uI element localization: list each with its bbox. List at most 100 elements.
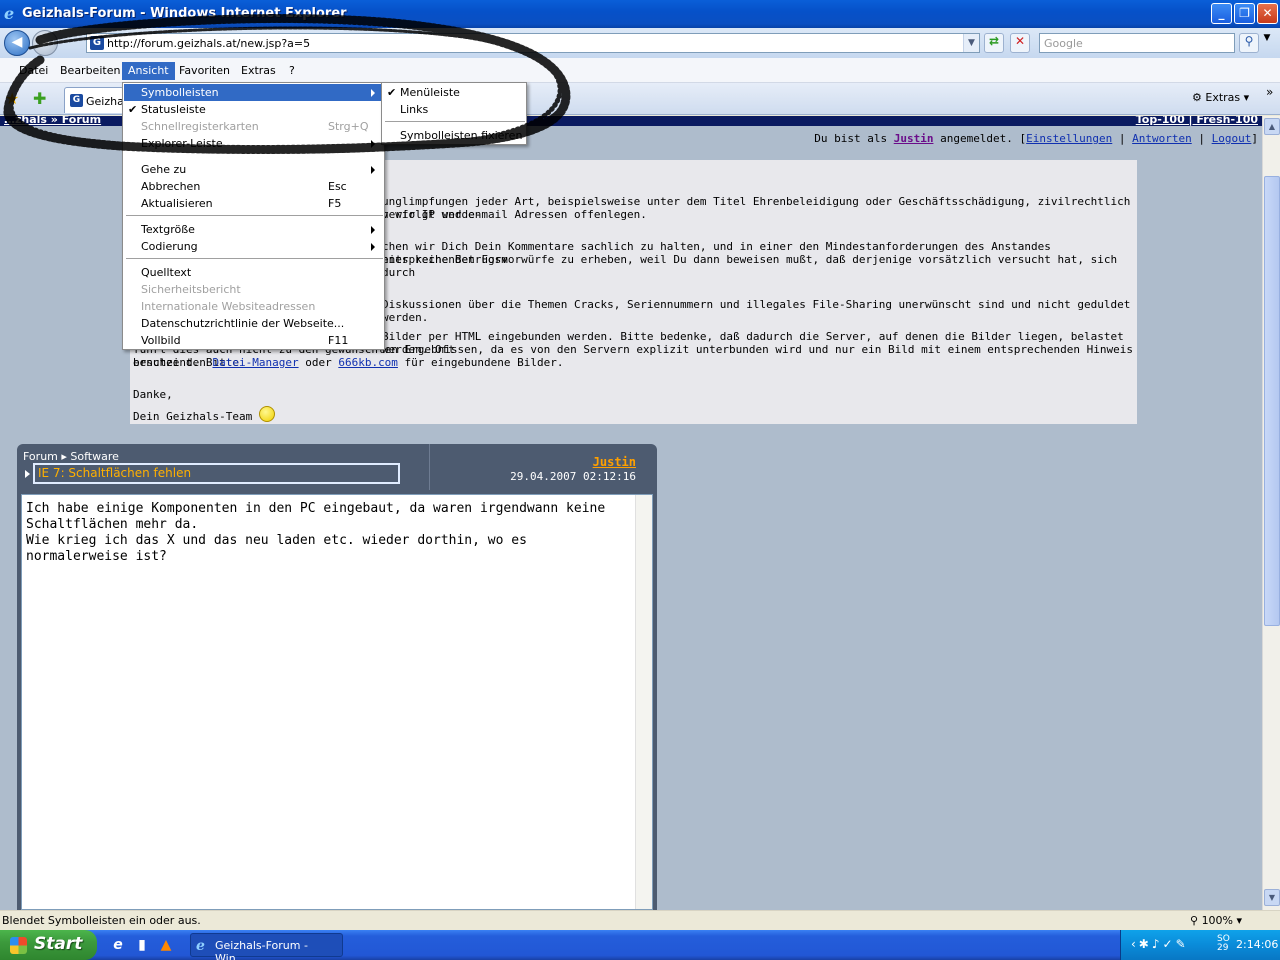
search-input[interactable]: Google	[1039, 33, 1235, 53]
add-favorite-icon[interactable]: ✚	[33, 89, 46, 108]
checkmark-icon: ✔	[387, 86, 397, 99]
close-button[interactable]: ✕	[1257, 3, 1278, 24]
menu-ansicht[interactable]: Ansicht	[122, 62, 175, 80]
notice-p3: Diskussionen über die Themen Cracks, Ser…	[382, 298, 1131, 324]
menu-extras[interactable]: Extras	[235, 62, 282, 80]
tray-date: SO 29	[1217, 935, 1230, 953]
address-url: http://forum.geizhals.at/new.jsp?a=5	[107, 37, 311, 50]
menuitem-aktualisieren[interactable]: Aktualisieren F5	[124, 195, 383, 212]
taskbar: Start e ▮ ▲ e Geizhals-Forum - Win... ‹✱…	[0, 930, 1280, 960]
login-status: Du bist als Justin angemeldet. [Einstell…	[814, 132, 1258, 145]
post-body-textarea[interactable]: Ich habe einige Komponenten in den PC ei…	[21, 494, 653, 910]
menuitem-shortcut: F5	[328, 197, 342, 210]
menuitem-links[interactable]: Links	[383, 101, 525, 118]
menuitem-sicherheitsbericht[interactable]: Sicherheitsbericht	[124, 281, 383, 298]
refresh-button[interactable]: ⇄	[984, 33, 1004, 53]
stop-button[interactable]: ✕	[1010, 33, 1030, 53]
topnav-links[interactable]: Top-100 | Fresh-100	[1136, 116, 1258, 126]
menu-favoriten[interactable]: Favoriten	[173, 62, 236, 80]
gear-icon: ⚙	[1192, 91, 1202, 104]
window-title: Geizhals-Forum - Windows Internet Explor…	[22, 6, 347, 21]
menuitem-explorer-leiste[interactable]: Explorer-Leiste	[124, 135, 383, 152]
address-dropdown-icon[interactable]: ▼	[963, 34, 979, 52]
site-breadcrumb[interactable]: …zhals » Forum	[4, 116, 101, 126]
notice-p4-prefix: benutze den	[133, 356, 213, 369]
favorites-star-icon[interactable]: ★	[5, 89, 19, 108]
menuitem-datenschutzrichtlinie[interactable]: Datenschutzrichtlinie der Webseite...	[124, 315, 383, 332]
title-bar[interactable]: e Geizhals-Forum - Windows Internet Expl…	[0, 0, 1280, 28]
subject-bullet-icon	[25, 470, 30, 478]
menu-bar: Datei Bearbeiten Ansicht Favoriten Extra…	[0, 58, 1280, 83]
einstellungen-link[interactable]: Einstellungen	[1026, 132, 1112, 145]
menuitem-vollbild[interactable]: Vollbild F11	[124, 332, 383, 349]
login-user-link[interactable]: Justin	[894, 132, 934, 145]
menuitem-label: Statusleiste	[141, 103, 206, 116]
menu-separator	[126, 215, 383, 216]
menuitem-menueleiste[interactable]: ✔ Menüleiste	[383, 84, 525, 101]
start-button[interactable]: Start	[0, 930, 97, 960]
menuitem-abbrechen[interactable]: Abbrechen Esc	[124, 178, 383, 195]
tab-label: Geizhal	[86, 95, 127, 108]
menuitem-symbolleisten-fixieren[interactable]: Symbolleisten fixieren	[383, 127, 525, 144]
antworten-link[interactable]: Antworten	[1132, 132, 1192, 145]
menu-datei[interactable]: Datei	[13, 62, 54, 80]
start-label: Start	[34, 934, 83, 954]
menuitem-internationale-websiteadressen[interactable]: Internationale Websiteadressen	[124, 298, 383, 315]
smiley-icon	[258, 406, 275, 422]
menuitem-label: Vollbild	[141, 334, 181, 347]
extras-command-button[interactable]: ⚙ Extras ▾	[1192, 91, 1249, 104]
quicklaunch-media-icon[interactable]: ▮	[134, 937, 150, 953]
menu-separator	[385, 121, 525, 122]
zoom-icon: ⚲	[1190, 914, 1199, 927]
menuitem-textgroesse[interactable]: Textgröße	[124, 221, 383, 238]
page-scrollbar[interactable]: ▲ ▼	[1262, 116, 1280, 910]
submenu-arrow-icon	[371, 243, 375, 251]
tray-date-num: 29	[1217, 943, 1229, 953]
scroll-thumb[interactable]	[1264, 176, 1280, 626]
666kb-link[interactable]: 666kb.com	[338, 356, 398, 369]
menuitem-label: Abbrechen	[141, 180, 201, 193]
logout-link[interactable]: Logout	[1212, 132, 1252, 145]
maximize-button[interactable]: ❐	[1234, 3, 1255, 24]
windows-flag-icon	[10, 937, 27, 954]
zoom-level: 100%	[1201, 914, 1234, 927]
tray-clock: 2:14:06	[1236, 938, 1279, 951]
status-text: Blendet Symbolleisten ein oder aus.	[2, 914, 201, 927]
notice-p4-line3: benutze den Datei-Manager oder 666kb.com…	[133, 356, 564, 369]
tray-icons[interactable]: ‹✱♪✓✎	[1131, 937, 1189, 951]
checkmark-icon: ✔	[128, 103, 138, 116]
subject-input[interactable]: IE 7: Schaltflächen fehlen	[33, 463, 400, 484]
menuitem-symbolleisten[interactable]: Symbolleisten	[124, 84, 383, 101]
browser-tab[interactable]: G Geizhal	[64, 87, 127, 113]
ie-logo-icon: e	[4, 4, 15, 23]
menuitem-gehe-zu[interactable]: Gehe zu	[124, 161, 383, 178]
forward-button[interactable]: ▶	[32, 30, 58, 56]
post-breadcrumb[interactable]: Forum ▸ Software	[23, 450, 119, 463]
quicklaunch-ie-icon[interactable]: e	[110, 937, 126, 953]
minimize-button[interactable]: _	[1211, 3, 1232, 24]
menuitem-shortcut: Strg+Q	[328, 120, 369, 133]
zoom-control[interactable]: ⚲ 100% ▾	[1190, 914, 1242, 927]
toolbar-chevron-icon[interactable]: »	[1266, 85, 1273, 99]
search-options-icon[interactable]: ▼	[1259, 33, 1275, 53]
taskbar-button-ie[interactable]: e Geizhals-Forum - Win...	[190, 933, 343, 960]
quicklaunch-vlc-icon[interactable]: ▲	[158, 937, 174, 953]
post-body-text: Ich habe einige Komponenten in den PC ei…	[26, 501, 606, 564]
menu-help[interactable]: ?	[283, 62, 301, 80]
textarea-scrollbar[interactable]	[635, 495, 652, 909]
scroll-down-icon[interactable]: ▼	[1264, 889, 1280, 906]
menuitem-schnellregisterkarten[interactable]: Schnellregisterkarten Strg+Q	[124, 118, 383, 135]
notice-p4-suffix: für eingebundene Bilder.	[397, 356, 564, 369]
back-button[interactable]: ◀	[4, 30, 30, 56]
menuitem-quelltext[interactable]: Quelltext	[124, 264, 383, 281]
menuitem-label: Quelltext	[141, 266, 192, 279]
menuitem-codierung[interactable]: Codierung	[124, 238, 383, 255]
menuitem-statusleiste[interactable]: ✔ Statusleiste	[124, 101, 383, 118]
scroll-up-icon[interactable]: ▲	[1264, 118, 1280, 135]
menu-bearbeiten[interactable]: Bearbeiten	[54, 62, 126, 80]
address-field[interactable]: G http://forum.geizhals.at/new.jsp?a=5 ▼	[86, 33, 980, 53]
symbolleisten-submenu: ✔ Menüleiste Links Symbolleisten fixieren	[381, 82, 527, 145]
search-button[interactable]: ⚲	[1239, 33, 1259, 53]
datei-manager-link[interactable]: Datei-Manager	[212, 356, 298, 369]
post-author-link[interactable]: Justin	[593, 455, 636, 469]
